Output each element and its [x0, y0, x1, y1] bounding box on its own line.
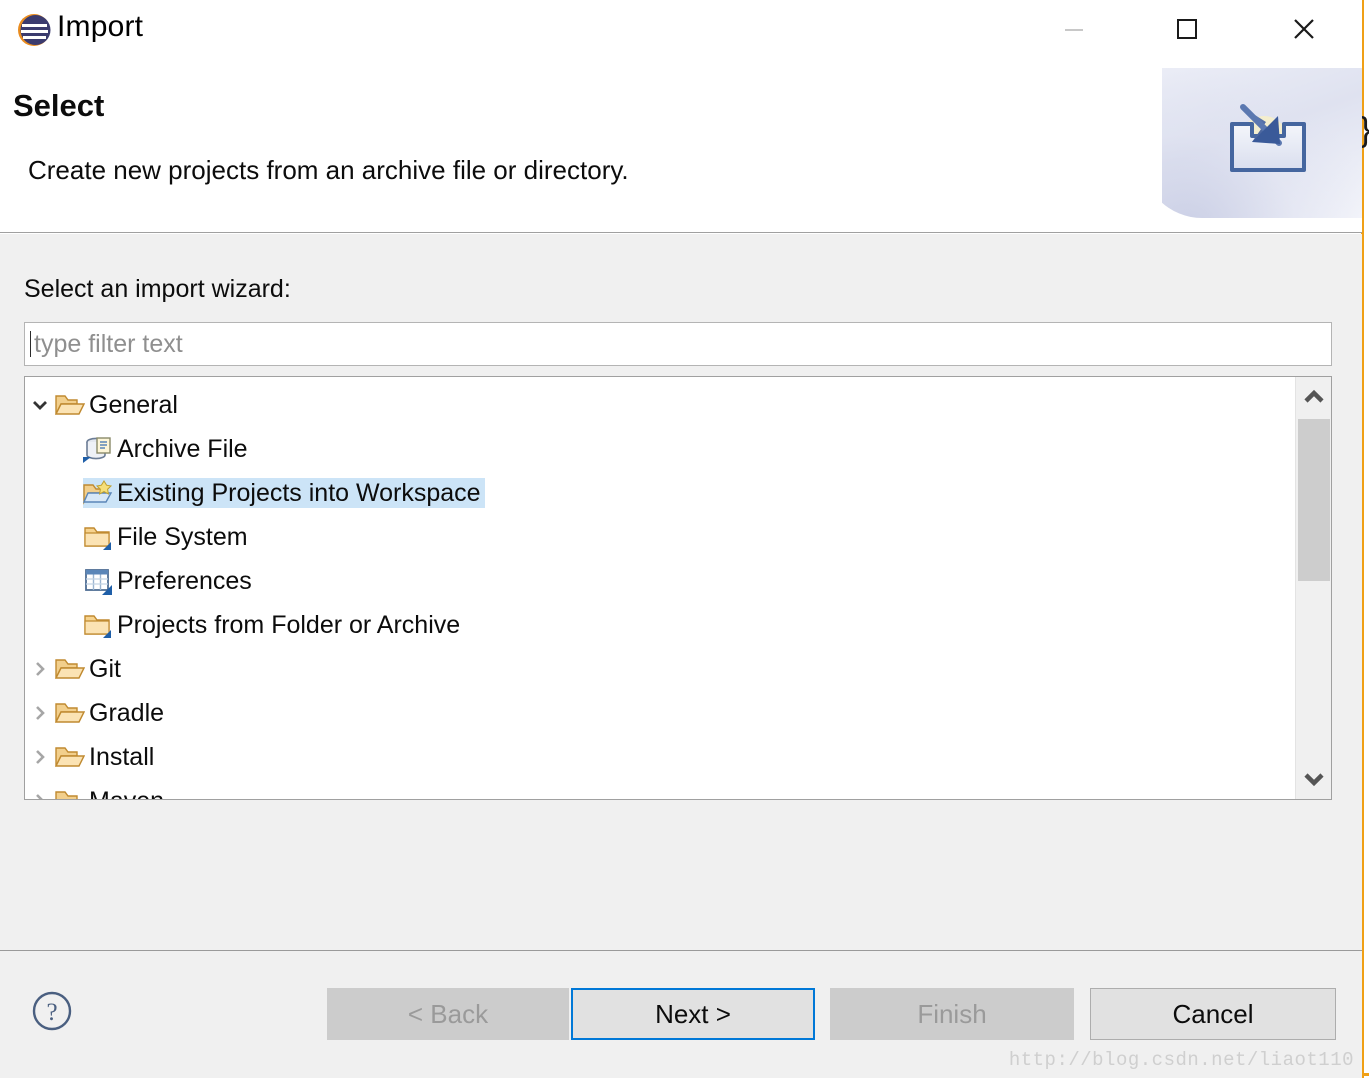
next-button-label: Next > — [655, 999, 731, 1030]
tree-item-label: Preferences — [117, 567, 252, 596]
back-button[interactable]: < Back — [327, 988, 569, 1040]
tree-row-content[interactable]: Preferences — [83, 566, 256, 596]
tree-row[interactable]: General — [25, 383, 1295, 427]
header-banner — [1162, 60, 1362, 232]
tree-rows-container: General Archive File Existing Projects int… — [25, 377, 1295, 799]
archive-file-icon — [83, 434, 113, 464]
open-folder-icon — [55, 698, 85, 728]
tree-row-content[interactable]: Projects from Folder or Archive — [83, 610, 464, 640]
open-folder-icon — [55, 654, 85, 684]
tree-row[interactable]: Existing Projects into Workspace — [25, 471, 1295, 515]
tree-row[interactable]: Git — [25, 647, 1295, 691]
tree-row[interactable]: Projects from Folder or Archive — [25, 603, 1295, 647]
minimize-button[interactable] — [1034, 0, 1114, 58]
tree-row-content[interactable]: File System — [83, 522, 252, 552]
tree-row[interactable]: File System — [25, 515, 1295, 559]
maximize-button[interactable] — [1147, 0, 1227, 58]
close-button[interactable] — [1264, 0, 1344, 58]
scrollbar-thumb[interactable] — [1298, 419, 1330, 581]
back-button-label: < Back — [408, 999, 488, 1030]
tree-row-content[interactable]: Maven — [55, 786, 168, 799]
tree-item-label: General — [89, 391, 178, 420]
tree-row[interactable]: Install — [25, 735, 1295, 779]
chevron-right-icon[interactable] — [25, 747, 55, 767]
cancel-button-label: Cancel — [1173, 999, 1254, 1030]
tree-item-label: Existing Projects into Workspace — [117, 479, 481, 508]
select-wizard-label: Select an import wizard: — [24, 275, 291, 304]
page-description: Create new projects from an archive file… — [28, 155, 629, 186]
open-folder-icon — [55, 742, 85, 772]
folder-icon — [83, 610, 113, 640]
tree-item-label: Install — [89, 743, 154, 772]
scroll-down-button[interactable] — [1296, 759, 1332, 799]
tree-item-label: Archive File — [117, 435, 248, 464]
dialog-body: Select an import wizard: type filter tex… — [0, 234, 1362, 950]
tree-item-label: Maven — [89, 787, 164, 800]
folder-import-icon — [83, 478, 113, 508]
tree-row-content[interactable]: Git — [55, 654, 125, 684]
open-folder-icon — [55, 390, 85, 420]
help-question-icon[interactable]: ? — [30, 989, 74, 1033]
chevron-right-icon[interactable] — [25, 703, 55, 723]
tree-row[interactable]: Preferences — [25, 559, 1295, 603]
scroll-up-button[interactable] — [1296, 377, 1332, 417]
filter-placeholder: type filter text — [34, 330, 183, 359]
watermark-text: http://blog.csdn.net/liaot110 — [1009, 1049, 1354, 1071]
svg-text:?: ? — [46, 999, 57, 1026]
tree-item-label: Projects from Folder or Archive — [117, 611, 460, 640]
dialog-footer: ? < Back Next > Finish Cancel http://blo… — [0, 950, 1362, 1078]
filter-input[interactable]: type filter text — [24, 322, 1332, 366]
dialog-header: Select Create new projects from an archi… — [0, 60, 1362, 233]
finish-button-label: Finish — [917, 999, 986, 1030]
tree-row-selected[interactable]: Existing Projects into Workspace — [83, 478, 485, 508]
tree-item-label: Git — [89, 655, 121, 684]
tree-row-content[interactable]: Install — [55, 742, 158, 772]
tree-row-content[interactable]: Archive File — [83, 434, 252, 464]
tree-row[interactable]: Maven — [25, 779, 1295, 799]
folder-icon — [83, 522, 113, 552]
text-caret — [30, 331, 31, 357]
tree-row-content[interactable]: Gradle — [55, 698, 168, 728]
tree-row[interactable]: Archive File — [25, 427, 1295, 471]
tree-row[interactable]: Gradle — [25, 691, 1295, 735]
preferences-table-icon — [83, 566, 113, 596]
open-folder-icon — [55, 786, 85, 799]
title-bar: Import — [0, 0, 1362, 60]
page-title: Select — [13, 88, 104, 124]
import-wizard-dialog: } Import — [0, 0, 1369, 1078]
tree-vertical-scrollbar[interactable] — [1295, 377, 1331, 799]
tree-row-content[interactable]: General — [55, 390, 182, 420]
chevron-right-icon[interactable] — [25, 659, 55, 679]
tree-item-label: Gradle — [89, 699, 164, 728]
chevron-right-icon[interactable] — [25, 791, 55, 799]
cancel-button[interactable]: Cancel — [1090, 988, 1336, 1040]
next-button[interactable]: Next > — [571, 988, 815, 1040]
chevron-down-icon[interactable] — [25, 395, 55, 415]
eclipse-logo-icon — [16, 12, 52, 48]
import-wizard-tree[interactable]: General Archive File Existing Projects int… — [24, 376, 1332, 800]
import-tray-arrow-icon — [1212, 102, 1322, 197]
tree-item-label: File System — [117, 523, 248, 552]
window-title: Import — [57, 10, 143, 44]
finish-button[interactable]: Finish — [830, 988, 1074, 1040]
